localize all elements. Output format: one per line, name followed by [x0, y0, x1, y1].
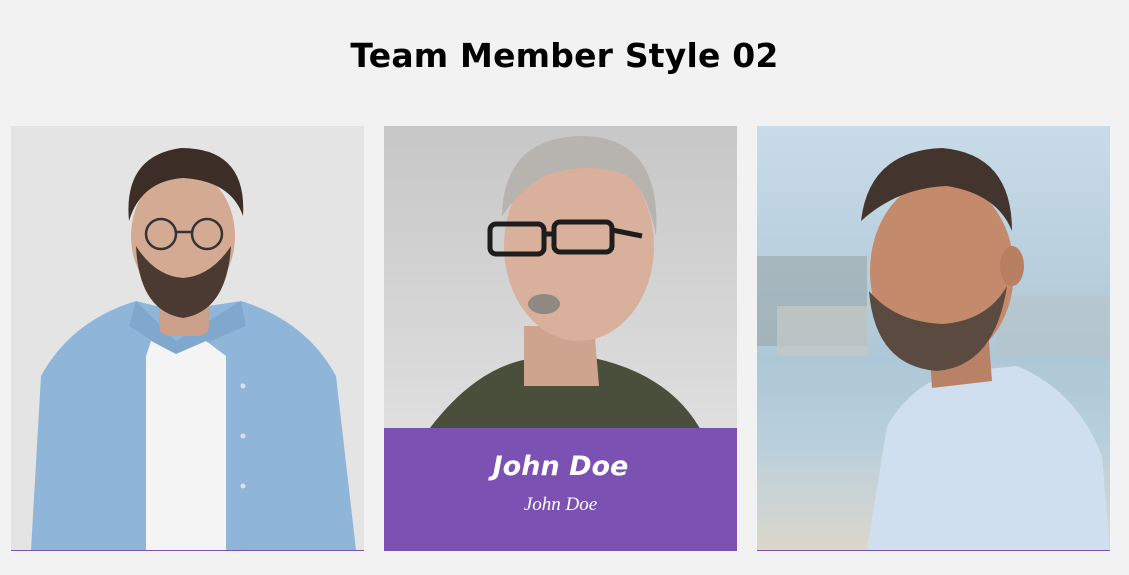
section-title: Team Member Style 02 [350, 36, 779, 76]
team-card-featured[interactable]: John Doe John Doe [384, 126, 737, 551]
member-role: John Doe [523, 494, 598, 515]
member-name: John Doe [492, 451, 629, 482]
team-card[interactable] [11, 126, 364, 551]
team-member-photo [757, 126, 1110, 550]
team-member-photo [11, 126, 364, 550]
team-card[interactable] [757, 126, 1110, 551]
member-caption: John Doe John Doe [384, 428, 737, 550]
team-section: Team Member Style 02 John Doe John Doe [0, 0, 1129, 575]
